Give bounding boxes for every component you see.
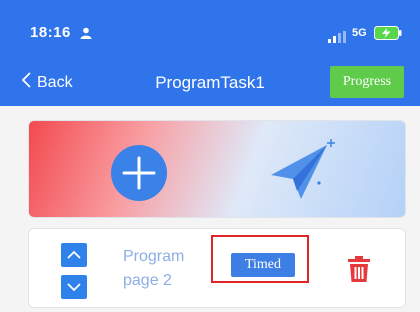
- status-time: 18:16: [30, 24, 71, 41]
- nav-bar: Back ProgramTask1 Progress: [0, 64, 420, 104]
- add-program-banner: [28, 120, 406, 218]
- app-header: 18:16 5G Back ProgramTask1 Progress: [0, 0, 420, 106]
- move-down-button[interactable]: [61, 275, 87, 299]
- move-up-button[interactable]: [61, 243, 87, 267]
- timed-button[interactable]: Timed: [231, 253, 295, 277]
- battery-charging-icon: [374, 26, 402, 45]
- signal-icon: [328, 30, 346, 48]
- chevron-down-icon: [67, 283, 81, 292]
- program-list-item: Program page 2 Timed: [28, 228, 406, 308]
- person-icon: [80, 26, 92, 44]
- progress-button[interactable]: Progress: [330, 66, 404, 98]
- add-program-button[interactable]: [111, 145, 167, 201]
- trash-icon[interactable]: [347, 255, 371, 288]
- network-type: 5G: [352, 27, 367, 39]
- paper-plane-icon: [261, 135, 341, 210]
- program-name[interactable]: Program page 2: [123, 245, 203, 293]
- status-bar: 18:16 5G: [0, 0, 420, 50]
- plus-icon: [122, 156, 156, 190]
- chevron-up-icon: [67, 250, 81, 259]
